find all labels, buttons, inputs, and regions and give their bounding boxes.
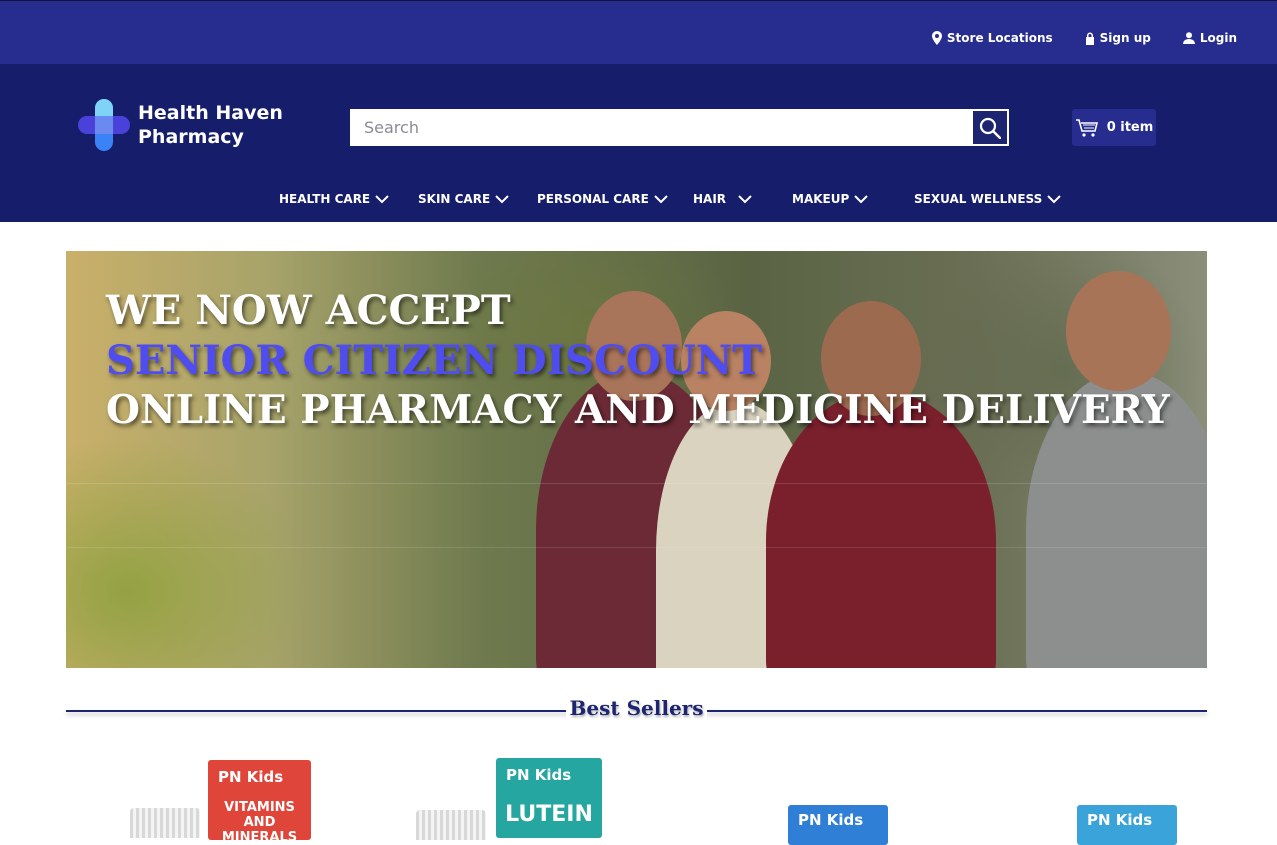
product-card[interactable]: PN Kids LUTEIN	[414, 752, 604, 840]
top-utility-bar: Store Locations Sign up Login	[0, 0, 1277, 64]
hero-divider	[66, 547, 1207, 548]
product-brand: PN Kids	[798, 811, 864, 829]
hero-line-1: WE NOW ACCEPT	[106, 287, 511, 334]
brand-name-line1: Health Haven	[138, 102, 283, 124]
chevron-down-icon	[1047, 194, 1062, 203]
best-sellers-section: Best Sellers	[66, 696, 1207, 726]
best-sellers-title: Best Sellers	[565, 696, 708, 720]
product-box: PN Kids	[788, 805, 888, 845]
product-card[interactable]: PN Kids	[787, 752, 897, 845]
product-box: PN Kids LUTEIN	[496, 758, 602, 838]
store-locations-label: Store Locations	[946, 31, 1053, 45]
product-name: LUTEIN	[505, 802, 593, 827]
search-button[interactable]	[971, 109, 1009, 146]
nav-health-care-label: HEALTH CARE	[279, 192, 371, 206]
product-card[interactable]: PN Kids	[1076, 752, 1186, 845]
product-bottle	[130, 808, 200, 838]
product-brand: PN Kids	[506, 766, 572, 784]
brand-name-line2: Pharmacy	[138, 126, 244, 148]
search-icon	[979, 117, 1001, 139]
nav-skin-care[interactable]: SKIN CARE	[418, 192, 509, 206]
brand-name: Health Haven Pharmacy	[138, 101, 283, 149]
nav-personal-care-label: PERSONAL CARE	[537, 192, 649, 206]
sign-up-label: Sign up	[1099, 31, 1151, 45]
nav-sexual-wellness[interactable]: SEXUAL WELLNESS	[914, 192, 1062, 206]
chevron-down-icon	[654, 194, 668, 203]
nav-hair-label: HAIR	[693, 192, 727, 206]
product-brand: PN Kids	[1087, 811, 1153, 829]
user-icon	[1182, 32, 1195, 44]
product-box: PN Kids	[1077, 805, 1177, 845]
product-bottle	[416, 810, 486, 840]
category-nav: HEALTH CARE SKIN CARE PERSONAL CARE HAIR…	[0, 192, 1277, 216]
map-pin-icon	[931, 31, 942, 45]
nav-health-care[interactable]: HEALTH CARE	[279, 192, 389, 206]
hero-line-3: ONLINE PHARMACY AND MEDICINE DELIVERY	[106, 387, 1170, 433]
sign-up-link[interactable]: Sign up	[1085, 31, 1151, 45]
hero-divider	[66, 483, 1207, 484]
product-card[interactable]: PN Kids VITAMINS AND MINERALS	[128, 752, 318, 840]
hero-line-2: SENIOR CITIZEN DISCOUNT	[106, 337, 763, 384]
chevron-down-icon	[375, 194, 389, 203]
top-links: Store Locations Sign up Login	[900, 31, 1237, 45]
hero-figure	[1066, 271, 1171, 391]
chevron-down-icon	[738, 194, 752, 203]
cross-logo-icon	[78, 99, 130, 151]
brand-logo[interactable]: Health Haven Pharmacy	[78, 99, 283, 151]
cart-count: 0 item	[1106, 120, 1154, 135]
login-label: Login	[1199, 31, 1237, 45]
main-header: Health Haven Pharmacy 0 item HEALTH CARE…	[0, 64, 1277, 222]
cart-icon	[1075, 118, 1098, 137]
hero-banner[interactable]: WE NOW ACCEPT SENIOR CITIZEN DISCOUNT ON…	[66, 251, 1207, 668]
product-name: VITAMINS AND MINERALS	[221, 800, 298, 840]
product-brand: PN Kids	[218, 768, 284, 786]
store-locations-link[interactable]: Store Locations	[931, 31, 1053, 45]
search-bar	[350, 109, 1009, 146]
nav-hair[interactable]: HAIR	[693, 192, 752, 206]
cart-button[interactable]: 0 item	[1072, 109, 1156, 146]
chevron-down-icon	[495, 194, 509, 203]
login-link[interactable]: Login	[1182, 31, 1237, 45]
chevron-down-icon	[854, 194, 868, 203]
search-input[interactable]	[350, 109, 971, 146]
nav-makeup[interactable]: MAKEUP	[792, 192, 868, 206]
nav-makeup-label: MAKEUP	[792, 192, 850, 206]
nav-sexual-wellness-label: SEXUAL WELLNESS	[914, 192, 1043, 206]
nav-personal-care[interactable]: PERSONAL CARE	[537, 192, 668, 206]
product-box: PN Kids VITAMINS AND MINERALS	[208, 760, 311, 840]
nav-skin-care-label: SKIN CARE	[418, 192, 491, 206]
lock-icon	[1085, 32, 1094, 45]
